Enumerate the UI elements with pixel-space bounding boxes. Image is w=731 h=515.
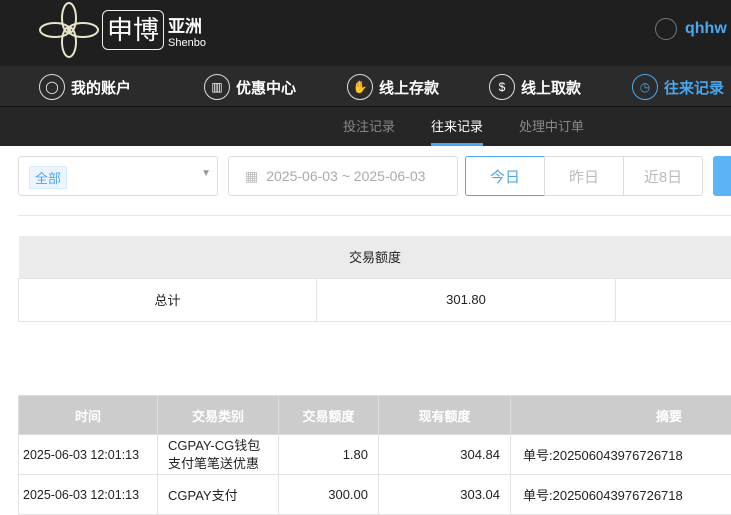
record-icon: ◷ — [632, 74, 658, 100]
logo[interactable]: 申博 亚洲 Shenbo — [38, 2, 206, 58]
date-range-input[interactable]: ▦ 2025-06-03 ~ 2025-06-03 — [228, 156, 458, 196]
last-8-days-button[interactable]: 近8日 — [623, 156, 703, 196]
col-time: 时间 — [19, 396, 158, 435]
col-amount: 交易额度 — [279, 396, 379, 435]
records-table: 时间 交易类别 交易额度 现有额度 摘要 2025-06-03 12:01:13… — [18, 395, 731, 515]
sub-nav: 投注记录 往来记录 处理中订单 — [0, 107, 731, 146]
today-button[interactable]: 今日 — [465, 156, 545, 196]
withdraw-icon: $ — [489, 74, 515, 100]
col-balance: 现有额度 — [379, 396, 511, 435]
brand-en: Shenbo — [168, 37, 206, 49]
summary-header: 交易额度 — [19, 236, 731, 278]
summary-amount: 301.80 — [317, 278, 616, 321]
cell-time: 2025-06-03 12:01:13 — [19, 475, 158, 515]
deposit-icon: ✋ — [347, 74, 373, 100]
main-nav: ◯ 我的账户 ▥ 优惠中心 ✋ 线上存款 $ 线上取款 ◷ 往来记录 — [0, 66, 731, 107]
cell-amount: 300.00 — [279, 475, 379, 515]
nav-withdraw[interactable]: $ 线上取款 — [489, 72, 581, 102]
nav-label: 优惠中心 — [236, 77, 296, 98]
cell-balance: 303.04 — [379, 475, 511, 515]
nav-label: 线上取款 — [521, 77, 581, 98]
nav-label: 我的账户 — [71, 77, 131, 98]
nav-records[interactable]: ◷ 往来记录 — [632, 72, 724, 102]
cell-balance: 304.84 — [379, 435, 511, 475]
tab-transaction-records[interactable]: 往来记录 — [431, 107, 483, 146]
col-type: 交易类别 — [158, 396, 279, 435]
user-icon — [655, 18, 677, 40]
gift-icon: ▥ — [204, 74, 230, 100]
top-header: 申博 亚洲 Shenbo qhhw — [0, 0, 731, 66]
cell-type: CGPAY-CG钱包支付笔笔送优惠 — [158, 435, 279, 475]
cell-summary: 单号:202506043976726718 — [511, 435, 731, 475]
table-row: 2025-06-03 12:01:13 CGPAY支付 300.00 303.0… — [19, 475, 731, 515]
brand-char: 申博 — [102, 10, 164, 50]
summary-label: 总计 — [19, 278, 317, 321]
date-range-value: 2025-06-03 ~ 2025-06-03 — [266, 168, 425, 184]
cell-amount: 1.80 — [279, 435, 379, 475]
nav-promotions[interactable]: ▥ 优惠中心 — [204, 72, 296, 102]
cell-time: 2025-06-03 12:01:13 — [19, 435, 158, 475]
nav-label: 往来记录 — [664, 77, 724, 98]
cell-summary: 单号:202506043976726718 — [511, 475, 731, 515]
nav-my-account[interactable]: ◯ 我的账户 — [39, 72, 131, 102]
calendar-icon: ▦ — [245, 168, 258, 185]
brand-sub: 亚洲 — [168, 12, 206, 37]
selected-tag: 全部 — [29, 166, 67, 189]
summary-table: 交易额度 总计 301.80 — [18, 236, 731, 322]
yesterday-button[interactable]: 昨日 — [544, 156, 624, 196]
table-row: 2025-06-03 12:01:13 CGPAY-CG钱包支付笔笔送优惠 1.… — [19, 435, 731, 475]
tab-bet-records[interactable]: 投注记录 — [343, 107, 395, 146]
type-select[interactable]: 全部 ▼ — [18, 156, 218, 196]
user-icon: ◯ — [39, 74, 65, 100]
tab-pending-orders[interactable]: 处理中订单 — [519, 107, 584, 146]
nav-label: 线上存款 — [379, 77, 439, 98]
username[interactable]: qhhw — [685, 20, 727, 38]
summary-empty — [616, 278, 731, 321]
nav-deposit[interactable]: ✋ 线上存款 — [347, 72, 439, 102]
cell-type: CGPAY支付 — [158, 475, 279, 515]
divider — [18, 215, 731, 216]
flower-logo-icon — [38, 2, 100, 58]
chevron-down-icon: ▼ — [201, 168, 211, 179]
col-summary: 摘要 — [511, 396, 731, 435]
search-button[interactable] — [713, 156, 731, 196]
